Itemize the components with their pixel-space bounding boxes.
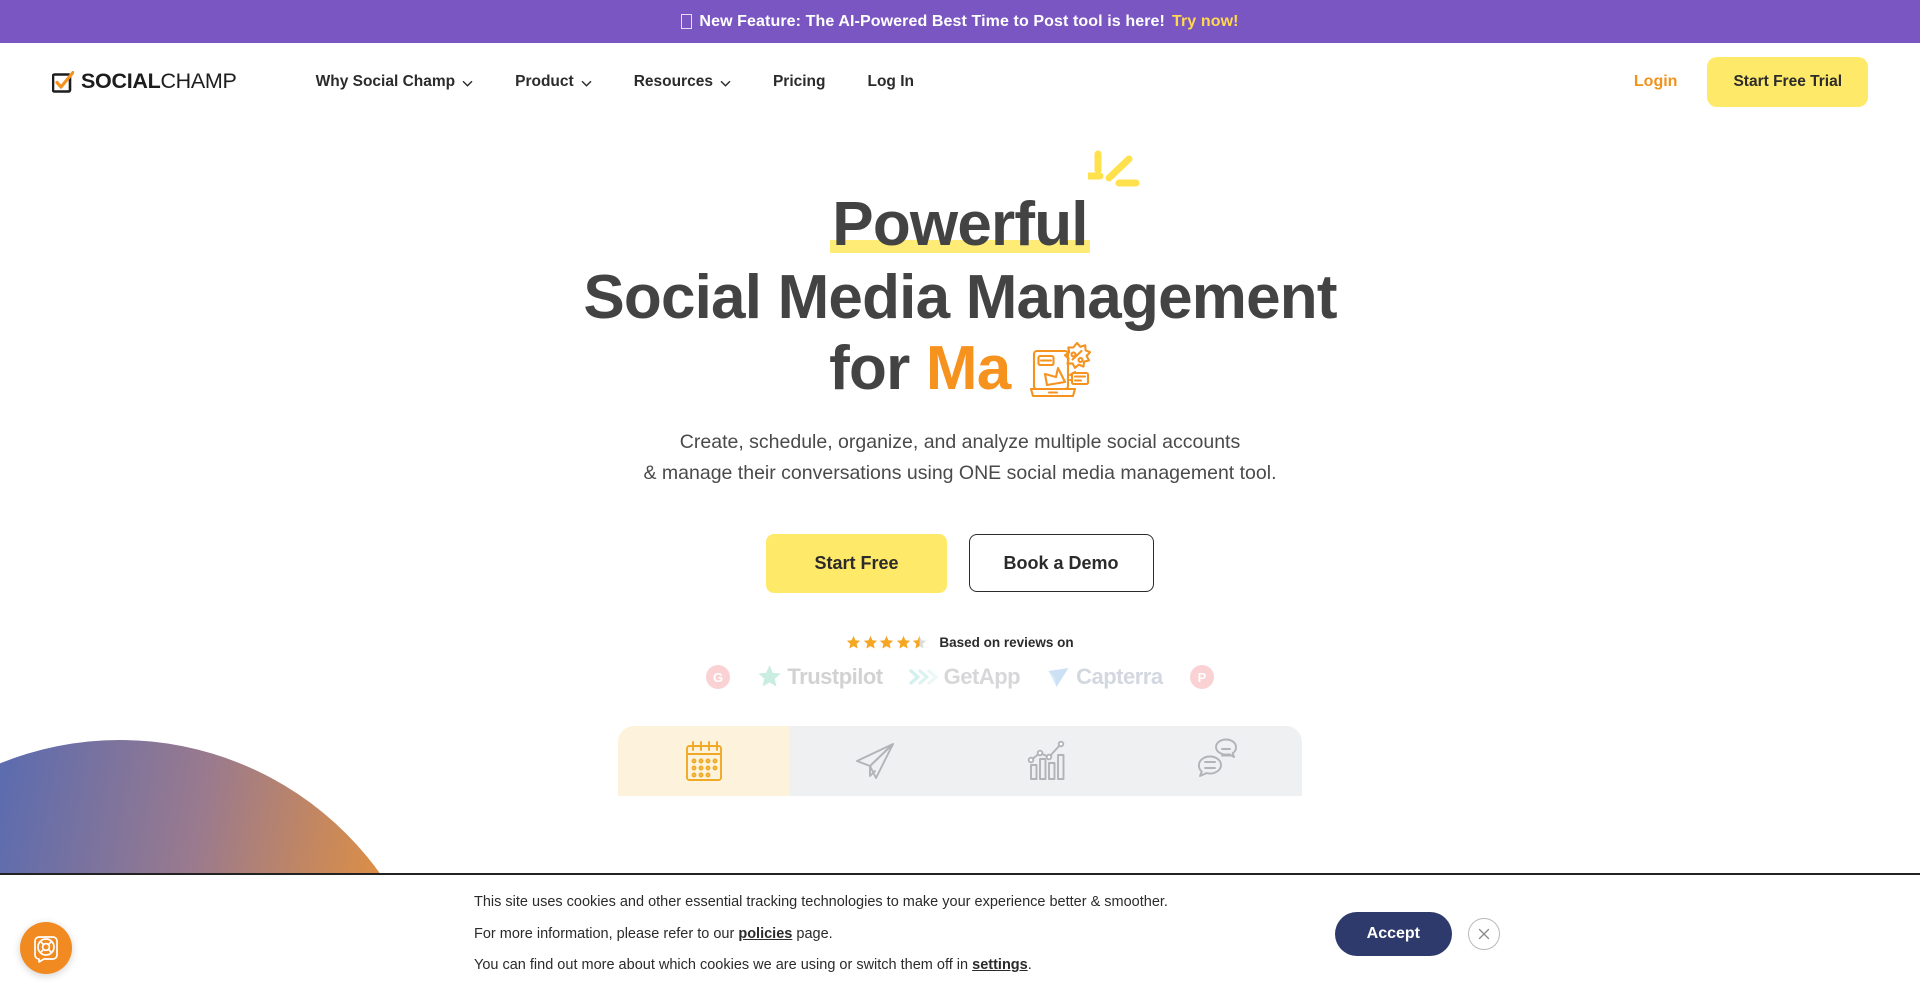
headline-line-1: Powerful <box>828 150 1140 259</box>
g2-icon: G <box>706 664 731 689</box>
page-title: Powerful Social Media Management for Ma <box>0 150 1920 403</box>
star-rating <box>846 635 927 650</box>
accept-cookies-button[interactable]: Accept <box>1334 912 1452 956</box>
announcement-try-now-link[interactable]: Try now! <box>1172 13 1239 31</box>
platform-logo-product-hunt[interactable]: P <box>1189 664 1215 690</box>
chevron-down-icon <box>462 76 473 87</box>
platform-name: Trustpilot <box>787 663 883 689</box>
logo-text: SOCIALCHAMP <box>81 69 237 94</box>
headline-line-3: for Ma <box>0 336 1920 403</box>
nav-item-why-social-champ[interactable]: Why Social Champ <box>295 62 495 102</box>
nav-item-product[interactable]: Product <box>494 62 613 102</box>
main-navigation: Why Social Champ Product Resources Prici… <box>295 62 935 102</box>
calendar-icon <box>685 740 722 781</box>
cookie-line-1: This site uses cookies and other essenti… <box>474 894 1168 911</box>
svg-text:P: P <box>1197 670 1206 685</box>
cookie-line-3-prefix: You can find out more about which cookie… <box>474 957 969 974</box>
chevron-down-icon <box>720 76 731 87</box>
tab-engage[interactable] <box>1131 726 1302 796</box>
nav-item-pricing[interactable]: Pricing <box>752 62 847 102</box>
tab-analytics[interactable] <box>960 726 1131 796</box>
reviews-section: Based on reviews on G Trustpilot GetApp <box>0 635 1920 690</box>
settings-link[interactable]: settings <box>972 957 1028 973</box>
logo-text-regular: CHAMP <box>160 69 237 93</box>
marketing-megaphone-icon <box>1029 341 1091 403</box>
analytics-chart-icon <box>1027 740 1064 780</box>
nav-item-label: Pricing <box>772 72 826 90</box>
platform-name: GetApp <box>943 663 1021 689</box>
platform-logo-g2[interactable]: G <box>705 664 731 690</box>
star-full-icon <box>846 635 861 650</box>
start-free-trial-button[interactable]: Start Free Trial <box>1707 56 1868 107</box>
headline-word-powerful: Powerful <box>832 190 1088 259</box>
policies-link[interactable]: policies <box>738 926 792 942</box>
announcement-text: New Feature: The AI-Powered Best Time to… <box>699 12 1165 30</box>
headline-typed-word: Ma <box>925 334 1011 404</box>
book-a-demo-button[interactable]: Book a Demo <box>968 534 1154 593</box>
header-actions: Login Start Free Trial <box>1634 56 1868 107</box>
cookie-banner-text: This site uses cookies and other essenti… <box>474 895 1168 973</box>
chevron-down-icon <box>581 76 592 87</box>
nav-item-log-in[interactable]: Log In <box>847 62 936 102</box>
cookie-line-2-suffix: page. <box>796 925 833 942</box>
star-full-icon <box>879 635 894 650</box>
cookie-line-2: For more information, please refer to ou… <box>474 927 1168 942</box>
hero-subheading: Create, schedule, organize, and analyze … <box>0 427 1920 489</box>
star-full-icon <box>863 635 878 650</box>
hero-subheading-line-2: & manage their conversations using ONE s… <box>643 462 1277 485</box>
support-widget-button[interactable] <box>20 922 72 974</box>
login-link[interactable]: Login <box>1634 73 1678 91</box>
hero-section: Powerful Social Media Management for Ma <box>0 120 1920 796</box>
cookie-consent-banner: This site uses cookies and other essenti… <box>0 873 1920 993</box>
cookie-line-3-suffix: . <box>1027 957 1032 974</box>
close-cookie-banner-button[interactable] <box>1468 918 1500 950</box>
logo-text-bold: SOCIAL <box>81 69 161 93</box>
nav-item-label: Why Social Champ <box>315 72 456 90</box>
hero-subheading-line-1: Create, schedule, organize, and analyze … <box>679 431 1241 454</box>
nav-item-label: Log In <box>867 72 915 90</box>
star-full-icon <box>896 635 911 650</box>
close-x-icon <box>1478 928 1490 940</box>
cookie-banner-actions: Accept <box>1334 912 1500 956</box>
tab-calendar[interactable] <box>618 725 789 796</box>
capterra-arrow-icon <box>1048 667 1069 687</box>
cookie-line-2-prefix: For more information, please refer to ou… <box>474 925 735 942</box>
announcement-emoji-icon <box>681 14 693 29</box>
paper-plane-icon <box>855 742 894 779</box>
platform-logo-getapp[interactable]: GetApp <box>908 663 1021 690</box>
lifebuoy-support-icon <box>34 936 58 963</box>
headline-line-2: Social Media Management <box>583 263 1337 333</box>
nav-item-label: Product <box>515 72 574 90</box>
rating-row: Based on reviews on <box>0 635 1920 650</box>
site-header: SOCIALCHAMP Why Social Champ Product Res… <box>0 43 1920 120</box>
getapp-chevrons-icon <box>908 668 938 685</box>
announcement-bar: New Feature: The AI-Powered Best Time to… <box>0 0 1920 43</box>
logo[interactable]: SOCIALCHAMP <box>51 69 237 94</box>
review-platform-logos: G Trustpilot GetApp Capterra P <box>0 664 1920 690</box>
sparkle-icon <box>1085 150 1144 206</box>
svg-text:G: G <box>713 670 723 685</box>
platform-logo-capterra[interactable]: Capterra <box>1046 663 1163 690</box>
hero-cta-row: Start Free Book a Demo <box>0 533 1920 593</box>
nav-item-label: Resources <box>633 72 713 90</box>
trustpilot-star-icon <box>758 665 782 687</box>
headline-line-3-prefix: for <box>829 334 910 404</box>
tab-publish[interactable] <box>789 726 960 796</box>
start-free-button[interactable]: Start Free <box>766 533 947 593</box>
reviews-caption: Based on reviews on <box>939 634 1074 650</box>
chat-bubbles-icon <box>1197 738 1237 777</box>
checkbox-check-icon <box>51 70 75 93</box>
product-hunt-icon: P <box>1189 664 1214 689</box>
nav-item-resources[interactable]: Resources <box>613 62 752 102</box>
platform-logo-trustpilot[interactable]: Trustpilot <box>757 663 883 690</box>
cookie-line-3: You can find out more about which cookie… <box>474 958 1168 973</box>
star-half-icon <box>912 635 927 650</box>
feature-tabs <box>618 725 1302 796</box>
platform-name: Capterra <box>1076 663 1163 689</box>
